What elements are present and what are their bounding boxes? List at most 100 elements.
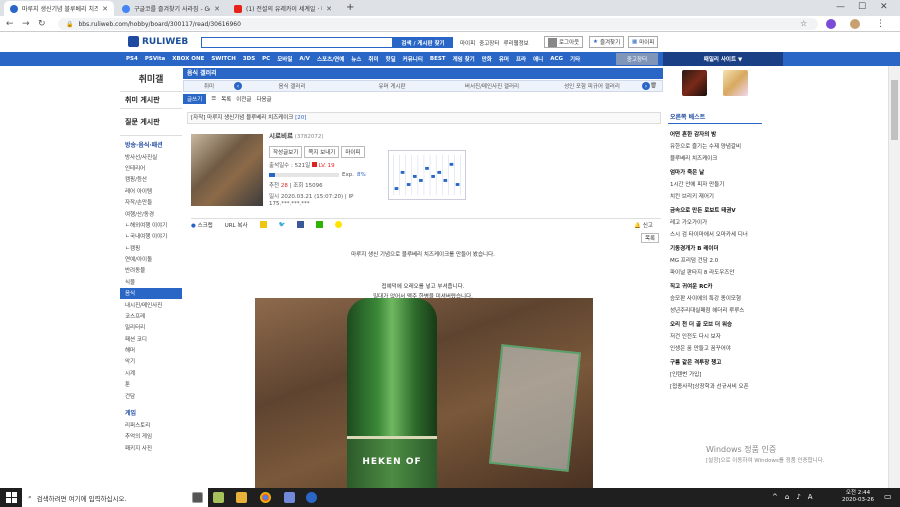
sidebar-item[interactable]: 연예/아이돌 bbox=[120, 253, 182, 264]
nav-item[interactable]: XBOX ONE bbox=[172, 56, 204, 62]
best-list-item[interactable]: 블루베리 치즈케이크 bbox=[668, 152, 762, 164]
taskbar-clock[interactable]: 오전 2:44 2020-03-26 bbox=[838, 490, 878, 504]
forward-icon[interactable]: → bbox=[22, 18, 30, 30]
menu-icon[interactable]: ⋮ bbox=[876, 18, 885, 30]
nav-item[interactable]: ACG bbox=[550, 56, 563, 62]
reload-icon[interactable]: ↻ bbox=[38, 18, 46, 30]
nav-item[interactable]: 만화 bbox=[482, 55, 492, 63]
page-scrollbar[interactable] bbox=[888, 66, 900, 488]
header-link-market[interactable]: 중고장터 bbox=[479, 39, 499, 47]
app-icon-1[interactable] bbox=[213, 492, 224, 503]
sidebar-item[interactable]: 패션 코디 bbox=[120, 333, 182, 344]
sidebar-item[interactable]: 시계 bbox=[120, 367, 182, 378]
sidebar-board-hobby[interactable]: 취미 게시판 bbox=[120, 92, 182, 109]
sidebar-board-question[interactable]: 질문 게시판 bbox=[120, 109, 182, 136]
list-button[interactable]: 목록 bbox=[641, 233, 660, 243]
sidebar-item[interactable]: 방사선/사진실 bbox=[120, 151, 182, 162]
board-title[interactable]: 음식 갤러리 bbox=[183, 68, 663, 79]
nav-item[interactable]: 프라 bbox=[516, 55, 526, 63]
best-list-item[interactable]: 어떤 흔한 감자의 밤 bbox=[668, 128, 762, 140]
bookmark-button[interactable]: ★ 즐겨찾기 bbox=[589, 36, 625, 48]
sidebar-item[interactable]: 코스프레 bbox=[120, 310, 182, 321]
sidebar-item[interactable]: 밀리터리 bbox=[120, 322, 182, 333]
best-title[interactable]: 오른쪽 베스트 bbox=[668, 110, 762, 124]
send-message-button[interactable]: 쪽지 보내기 bbox=[304, 146, 340, 158]
sidebar-item[interactable]: 자작/손만들 bbox=[120, 197, 182, 208]
url-copy-button[interactable]: URL 복사 bbox=[225, 221, 248, 229]
kakaotalk-icon[interactable] bbox=[335, 221, 343, 228]
kakaostory-icon[interactable] bbox=[259, 221, 267, 228]
nav-item[interactable]: 취미 bbox=[368, 55, 378, 63]
chrome-icon[interactable] bbox=[260, 492, 271, 503]
category-item[interactable]: 유머 게시판 bbox=[342, 82, 442, 90]
sidebar-item[interactable]: 건담 bbox=[120, 390, 182, 401]
sidebar-item[interactable]: 식물 bbox=[120, 276, 182, 287]
best-list-item[interactable]: [인텐번 가입] bbox=[668, 368, 762, 380]
app-icon-2[interactable] bbox=[306, 492, 317, 503]
used-market-button[interactable]: 중고장터 bbox=[616, 53, 658, 65]
nav-item[interactable]: 핫딜 bbox=[386, 55, 396, 63]
scrollbar-thumb[interactable] bbox=[891, 80, 898, 140]
best-list-item[interactable]: 금속으로 만든 로보트 태권V bbox=[668, 204, 762, 216]
sidebar-item[interactable]: 해머 bbox=[120, 344, 182, 355]
sidebar-item[interactable]: 여행/산/동경 bbox=[120, 208, 182, 219]
nav-item[interactable]: 애니 bbox=[533, 55, 543, 63]
task-view-icon[interactable] bbox=[192, 492, 203, 503]
address-bar[interactable]: 🔒 bbs.ruliweb.com/hobby/board/300117/rea… bbox=[58, 18, 818, 30]
nav-item[interactable]: 모바일 bbox=[277, 55, 292, 63]
ime-icon[interactable]: A bbox=[808, 493, 813, 501]
back-icon[interactable]: ← bbox=[6, 18, 14, 30]
close-icon[interactable]: ✕ bbox=[214, 5, 220, 13]
write-button[interactable]: 글쓰기 bbox=[183, 94, 207, 104]
new-tab-button[interactable]: + bbox=[346, 2, 354, 13]
sidebar-item[interactable]: ㄴ해외여행 이야기 bbox=[120, 219, 182, 230]
notification-icon[interactable]: ▭ bbox=[884, 492, 892, 501]
nav-item[interactable]: SWITCH bbox=[211, 56, 235, 62]
header-link-mypi[interactable]: 마이피 bbox=[460, 39, 475, 47]
close-icon[interactable]: ✕ bbox=[326, 5, 332, 13]
nav-item[interactable]: 게임 찾기 bbox=[453, 55, 475, 63]
search-button[interactable]: 검색 / 게시판 찾기 bbox=[393, 37, 453, 48]
trash-icon[interactable]: 🗑 bbox=[650, 83, 662, 89]
close-icon[interactable]: ✕ bbox=[102, 5, 108, 13]
header-link-info[interactable]: 루리웹정보 bbox=[503, 39, 528, 47]
prev-link[interactable]: 이전글 bbox=[236, 95, 251, 103]
sidebar-item[interactable]: 레어 아이템 bbox=[120, 185, 182, 196]
category-item[interactable]: 취미 bbox=[184, 82, 234, 90]
minimize-icon[interactable]: — bbox=[836, 2, 845, 12]
window-close-icon[interactable]: ✕ bbox=[880, 2, 888, 12]
best-list-item[interactable]: 파이널 판타지 8 라도우즈안 bbox=[668, 266, 762, 278]
maximize-icon[interactable]: ☐ bbox=[858, 2, 866, 12]
sidebar-item[interactable]: 추억의 게임 bbox=[120, 431, 182, 442]
sidebar-item[interactable]: 내시진/메인사진 bbox=[120, 299, 182, 310]
best-list-item[interactable]: 치킨 브리키 재어기 bbox=[668, 190, 762, 202]
sidebar-item[interactable]: 음식 bbox=[120, 287, 182, 299]
sidebar-item[interactable]: ㄴ캠핑 bbox=[120, 242, 182, 253]
sidebar-item[interactable]: 악기 bbox=[120, 356, 182, 367]
sidebar-item[interactable]: 리퍼스토리 bbox=[120, 419, 182, 430]
best-list-item[interactable]: 유한으로 즐기는 수제 양념갈비 bbox=[668, 140, 762, 152]
best-list-item[interactable]: 구름 같은 격투장 챙고 bbox=[668, 356, 762, 368]
taskbar-search[interactable]: ⌕ 검색하려면 여기에 입력하십시오. bbox=[22, 488, 208, 507]
user-posts-button[interactable]: 작성글보기 bbox=[269, 146, 303, 158]
nav-item[interactable]: 유머 bbox=[499, 55, 509, 63]
user-mypi-button[interactable]: 마이피 bbox=[341, 146, 365, 158]
best-list-item[interactable]: MG 프리덤 건담 2.0 bbox=[668, 254, 762, 266]
best-list-item[interactable]: 엄마가 죽은 날 bbox=[668, 166, 762, 178]
best-list-item[interactable]: 저건 인전도 다시 보자 bbox=[668, 330, 762, 342]
family-sites-dropdown[interactable]: 패밀리 사이트 ▼ bbox=[663, 52, 783, 66]
nav-item[interactable]: PC bbox=[262, 56, 270, 62]
best-list-item[interactable]: 오리 천 더 골 모브 더 워승 bbox=[668, 318, 762, 330]
facebook-icon[interactable] bbox=[297, 221, 305, 228]
browser-tab-2[interactable]: 구글코를 즐겨찾기 사라짐 - Goo ✕ bbox=[116, 1, 226, 16]
nav-item[interactable]: PSVita bbox=[145, 56, 165, 62]
list-link[interactable]: 목록 bbox=[221, 95, 231, 103]
report-button[interactable]: 🔔 신고 bbox=[634, 221, 653, 229]
category-item[interactable]: 성인 포함 피규어 갤러리 bbox=[542, 82, 642, 90]
nav-item[interactable]: 스포츠/연예 bbox=[317, 55, 344, 63]
nav-item[interactable]: 커뮤니티 bbox=[403, 55, 423, 63]
extension-icon[interactable] bbox=[826, 19, 836, 29]
network-icon[interactable]: ⌂ bbox=[785, 493, 789, 501]
windows-start-icon[interactable] bbox=[6, 492, 17, 503]
sidebar-item[interactable]: 캠핑/등산 bbox=[120, 174, 182, 185]
